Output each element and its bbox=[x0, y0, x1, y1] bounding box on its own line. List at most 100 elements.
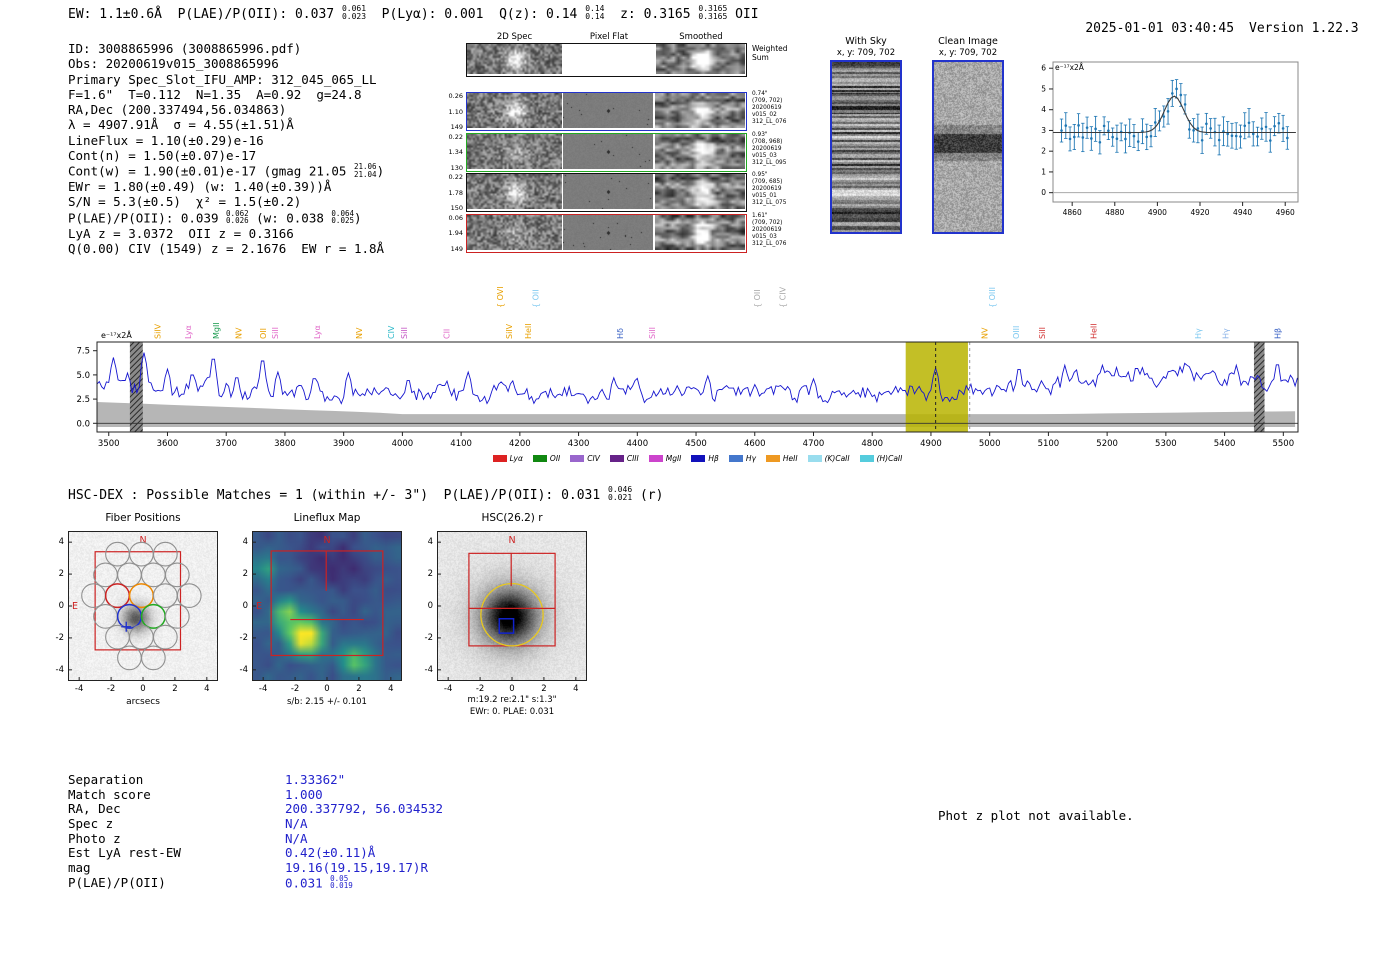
info-line: LineFlux = 1.10(±0.29)e-16 bbox=[68, 133, 384, 148]
data-point bbox=[1085, 126, 1089, 129]
row-smoothed-image bbox=[655, 133, 745, 169]
text-segment: 0.42(±0.11)Å bbox=[285, 845, 376, 861]
legend-swatch bbox=[532, 455, 547, 462]
x-tick-label: 4880 bbox=[1105, 208, 1124, 217]
lower-value: 0.023 bbox=[341, 12, 367, 21]
y-tick-label: 0 bbox=[1041, 188, 1046, 197]
emission-line-label: SiII bbox=[271, 327, 280, 339]
text-segment: 0.031 bbox=[285, 875, 331, 891]
fiber-circle bbox=[152, 624, 178, 650]
fiber-circle bbox=[104, 583, 131, 609]
text-segment: ) bbox=[354, 210, 362, 226]
legend-label: HeII bbox=[782, 454, 798, 463]
text-segment: RA,Dec (200.337494,56.034863) bbox=[68, 102, 287, 118]
spec2d-row-values: 0.26 1.10 149 bbox=[448, 92, 463, 131]
spec2d-row-values: 0.06 1.94 149 bbox=[448, 213, 463, 253]
timestamp-version: 2025-01-01 03:40:45 Version 1.22.3 bbox=[1054, 6, 1358, 51]
data-point bbox=[1286, 136, 1289, 140]
stacked-uncertainty: 0.05 0.019 bbox=[330, 875, 353, 890]
text-segment: P(LAE)/P(OII): 0.039 bbox=[68, 210, 227, 226]
legend-swatch bbox=[492, 455, 507, 462]
fiber-circle bbox=[152, 583, 178, 608]
text-segment: HSC-DEX : Possible Matches = 1 (within +… bbox=[68, 488, 609, 503]
match-table-value: N/A bbox=[285, 816, 308, 831]
match-table-row: Photo z N/A bbox=[68, 830, 308, 846]
flux-unit-label: e⁻¹⁷x2Å bbox=[101, 329, 132, 340]
match-table-row: mag 19.16(19.15,19.17)R bbox=[68, 860, 428, 875]
x-tick-label: 0 bbox=[324, 684, 330, 694]
legend-item: (H)CaII bbox=[859, 454, 902, 463]
flux-unit-label: e⁻¹⁷x2Å bbox=[1055, 63, 1085, 72]
match-table-label: Photo z bbox=[68, 830, 121, 846]
info-line: Cont(w) = 1.90(±0.01)e-17 (gmag 21.05 21… bbox=[68, 163, 384, 179]
fiber-circle bbox=[81, 583, 106, 608]
text-segment: Obs: 20200619v015_3008865996 bbox=[68, 56, 279, 72]
clean-image bbox=[932, 60, 1004, 234]
text-segment: λ = 4907.91Å σ = 4.55(±1.51)Å bbox=[68, 117, 294, 133]
pixel-flat-image bbox=[563, 133, 653, 169]
hsc-title: HSC(26.2) r bbox=[481, 512, 543, 524]
emission-line-label: Lyα bbox=[313, 325, 322, 339]
lower-value: 0.3165 bbox=[698, 12, 728, 21]
lineflux-map-cutout: Lineflux Map NE s/b: 2.15 +/- 0.101 -4 -4… bbox=[224, 510, 439, 725]
text-segment: ) bbox=[376, 163, 385, 179]
x-tick-label: -4 bbox=[443, 684, 453, 694]
emission-line-label: HeII bbox=[524, 323, 533, 339]
fiber-circle bbox=[152, 541, 178, 567]
x-tick-label: 2 bbox=[172, 684, 178, 694]
match-table-label: Spec z bbox=[68, 816, 114, 832]
pixel-flat-image bbox=[563, 214, 653, 250]
data-point bbox=[1068, 137, 1072, 141]
y-tick-label: -2 bbox=[239, 632, 248, 643]
line-fit-plot: 0 1 2 3 4 5 6 4860 4880 4900 4920 4940 4960 e⁻¹⁷x2Å bbox=[1041, 61, 1299, 217]
match-table-label: P(LAE)/P(OII) bbox=[68, 874, 166, 890]
emission-line-label: NV bbox=[980, 327, 989, 339]
emission-line-label: { CIV bbox=[778, 286, 787, 308]
hsc-caption-1: m:19.2 re:2.1" s:1.3" bbox=[467, 695, 557, 705]
info-line: RA,Dec (200.337494,56.034863) bbox=[68, 102, 384, 117]
legend-item: HeII bbox=[765, 454, 798, 463]
y-tick-label: 4 bbox=[1041, 105, 1046, 114]
emission-line-label: SiII bbox=[1038, 327, 1047, 339]
pixel-flat-image bbox=[563, 93, 653, 128]
fiber-circle bbox=[164, 604, 190, 629]
data-point bbox=[1166, 110, 1170, 113]
text-segment: EW: 1.1±0.6Å P(LAE)/P(OII): 0.037 bbox=[68, 7, 342, 22]
photz-note: Phot z plot not available. bbox=[938, 808, 1134, 823]
y-tick-label: 2 bbox=[1041, 147, 1046, 156]
data-point bbox=[1234, 134, 1238, 138]
spec2d-row-values: 0.22 1.34 130 bbox=[448, 132, 463, 172]
emission-line-label: HeII bbox=[1090, 323, 1099, 339]
weighted-sum-label: Weighted Sum bbox=[752, 44, 788, 62]
lower-value: 0.021 bbox=[608, 493, 633, 502]
stacked-uncertainty: 21.06 21.04 bbox=[354, 163, 377, 178]
match-table-label: Separation bbox=[68, 772, 144, 787]
row-2d-image bbox=[467, 214, 562, 250]
with-sky-panel: With Sky x, y: 709, 702 bbox=[820, 36, 912, 234]
emission-line-label: { OII bbox=[753, 289, 762, 308]
text-segment: EWr = 1.80(±0.49) (w: 1.40(±0.39))Å bbox=[68, 179, 332, 195]
x-tick-label: 4 bbox=[573, 684, 579, 694]
legend-label: CIII bbox=[626, 454, 639, 463]
y-tick-label: 3 bbox=[1041, 126, 1046, 135]
lineflux-caption: s/b: 2.15 +/- 0.101 bbox=[287, 697, 367, 707]
emission-line-label: { OII bbox=[532, 289, 541, 308]
spec2d-exposure-row bbox=[466, 173, 747, 212]
spec2d-row-meta: 0.93" (708, 968) 20200619 v015_03 312_LL_095 bbox=[752, 131, 787, 166]
data-point bbox=[1179, 93, 1183, 97]
spec2d-row-meta: 0.74" (709, 702) 20200619 v015_02 312_LL_076 bbox=[752, 91, 787, 125]
text-segment: ID: 3008865996 (3008865996.pdf) bbox=[68, 41, 302, 56]
emission-line-label: CIV bbox=[387, 325, 396, 339]
lower-value: 0.026 bbox=[226, 216, 249, 226]
data-point bbox=[1217, 138, 1221, 142]
lower-value: 0.019 bbox=[330, 881, 353, 891]
text-segment: N/A bbox=[285, 816, 308, 832]
spec2d-column-title: Smoothed bbox=[679, 32, 723, 42]
data-point bbox=[1281, 127, 1285, 130]
emission-line-label: { OIII bbox=[988, 287, 997, 308]
info-line: P(LAE)/P(OII): 0.039 0.062 0.026 (w: 0.03… bbox=[68, 210, 384, 226]
aperture-rect bbox=[270, 550, 384, 657]
y-tick-label: 4 bbox=[242, 537, 248, 548]
match-table-row: Spec z N/A bbox=[68, 816, 308, 832]
y-tick-label: 2 bbox=[427, 569, 433, 580]
